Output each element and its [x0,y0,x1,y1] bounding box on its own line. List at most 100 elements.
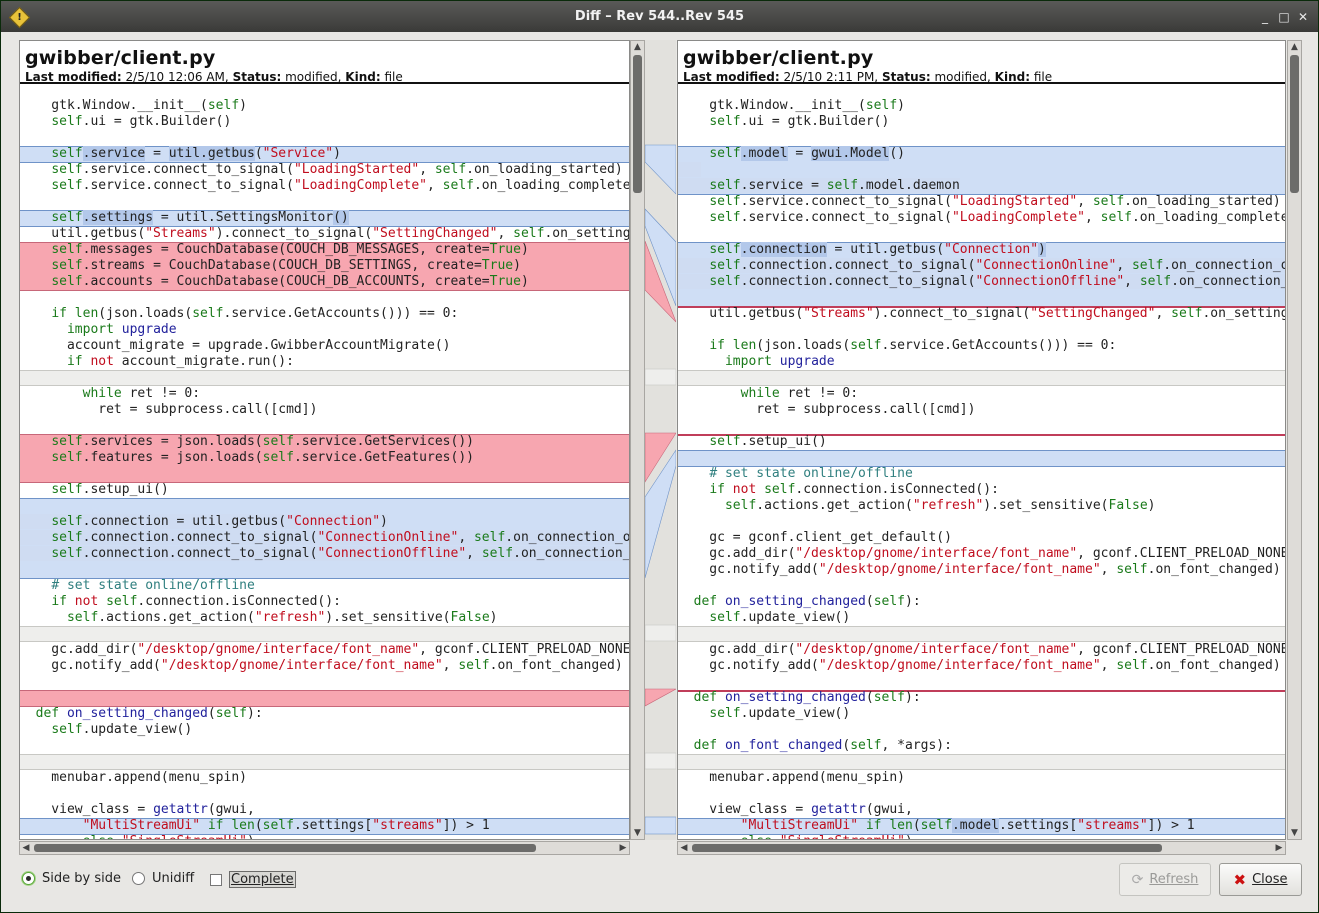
diff-separator [678,754,1285,770]
code-line: if not self.connection.isConnected(): [51,594,341,609]
diff-separator [20,626,629,642]
scroll-down-icon[interactable]: ▼ [1288,827,1301,839]
complete-option[interactable]: Complete [210,871,296,888]
code-line: gc.notify_add("/desktop/gnome/interface/… [678,562,1281,577]
left-filename: gwibber/client.py [25,47,216,69]
scroll-right-icon[interactable]: ▶ [1273,842,1285,854]
code-line: self.model = gwui.Model() [709,146,906,161]
unidiff-option[interactable]: Unidiff [132,871,194,886]
code-line: gc.add_dir("/desktop/gnome/interface/fon… [678,546,1285,561]
diff-window: ! Diff – Rev 544..Rev 545 _ □ ✕ gwibber/… [0,0,1319,913]
right-file-header: gwibber/client.py Last modified: 2/5/10 … [678,41,1285,84]
code-line: def on_setting_changed(self): [35,706,263,721]
code-line: ret = subprocess.call([cmd]) [20,402,318,417]
code-line: "MultiStreamUi" if len(self.settings["st… [82,818,490,833]
right-diff-pane[interactable]: gwibber/client.py Last modified: 2/5/10 … [677,40,1286,840]
code-line: self.service = self.model.daemon [678,178,1285,194]
code-line: # set state online/offline [51,578,255,593]
right-horizontal-scrollbar[interactable]: ◀ ▶ [677,841,1286,855]
code-line: self.accounts = CouchDatabase(COUCH_DB_A… [51,274,529,289]
scroll-thumb[interactable] [692,844,1162,852]
diff-separator [20,754,629,770]
code-line [678,162,1285,178]
code-line: account_migrate = upgrade.GwibberAccount… [20,338,451,353]
close-button-label: Close [1252,872,1288,887]
unidiff-label: Unidiff [152,871,195,886]
code-line: self.service.connect_to_signal("LoadingS… [709,194,1281,209]
code-line: menubar.append(menu_spin) [20,770,247,785]
code-line: if len(json.loads(self.service.GetAccoun… [51,306,459,321]
code-line: "MultiStreamUi" if len(self.model.settin… [740,818,1195,833]
left-horizontal-scrollbar[interactable]: ◀ ▶ [19,841,630,855]
side-by-side-label: Side by side [42,871,121,886]
left-vertical-scrollbar[interactable]: ▲ ▼ [630,40,645,840]
code-line: self.connection.connect_to_signal("Conne… [20,546,629,562]
scroll-up-icon[interactable]: ▲ [631,41,644,53]
side-by-side-radio[interactable] [22,872,35,885]
diff-separator [678,626,1285,642]
left-file-meta: Last modified: 2/5/10 12:06 AM, Status: … [25,70,403,84]
scroll-down-icon[interactable]: ▼ [631,827,644,839]
diff-block-add [678,450,1285,467]
scroll-up-icon[interactable]: ▲ [1288,41,1301,53]
refresh-icon: ⟳ [1131,871,1144,888]
code-line: self.service = util.getbus("Service") [51,146,341,161]
code-line: self.update_view() [709,706,851,721]
diff-separator [20,370,629,386]
code-line: self.service.connect_to_signal("LoadingC… [51,178,629,193]
close-icon: ✖ [1233,870,1247,889]
code-line: import upgrade [724,354,835,369]
right-vertical-scrollbar[interactable]: ▲ ▼ [1287,40,1302,840]
code-line: self.connection.connect_to_signal("Conne… [678,274,1285,290]
code-line: self.messages = CouchDatabase(COUCH_DB_M… [51,242,529,257]
code-line: while ret != 0: [740,386,859,401]
code-line: if len(json.loads(self.service.GetAccoun… [709,338,1117,353]
code-line: self.features = json.loads(self.service.… [51,450,474,465]
diff-separator [678,370,1285,386]
code-line: gc.add_dir("/desktop/gnome/interface/fon… [20,642,629,657]
code-line: self.services = json.loads(self.service.… [51,434,474,449]
unidiff-radio[interactable] [132,872,145,885]
maximize-icon[interactable]: □ [1277,10,1291,24]
close-button[interactable]: ✖ Close [1219,863,1302,896]
scroll-right-icon[interactable]: ▶ [617,842,629,854]
code-line: self.update_view() [51,722,193,737]
scroll-left-icon[interactable]: ◀ [20,842,32,854]
window-title: Diff – Rev 544..Rev 545 [574,9,745,24]
code-line: self.connection = util.getbus("Connectio… [20,514,629,530]
code-line: def on_setting_changed(self): [693,690,921,705]
close-window-icon[interactable]: ✕ [1296,10,1310,24]
code-line: self.connection.connect_to_signal("Conne… [678,258,1285,274]
code-line: gc.notify_add("/desktop/gnome/interface/… [20,658,623,673]
scroll-thumb[interactable] [34,844,536,852]
scroll-left-icon[interactable]: ◀ [678,842,690,854]
code-line: self.actions.get_action("refresh").set_s… [724,498,1156,513]
code-line: gc = gconf.client_get_default() [678,530,952,545]
code-line: self.settings = util.SettingsMonitor() [51,210,349,225]
code-line: self.actions.get_action("refresh").set_s… [66,610,498,625]
code-line: gc.add_dir("/desktop/gnome/interface/fon… [678,642,1285,657]
side-by-side-option[interactable]: Side by side [22,871,121,886]
code-line: self.setup_ui() [709,434,827,449]
code-line: gtk.Window.__init__(self) [678,98,905,113]
scroll-thumb[interactable] [633,55,642,193]
code-line: util.getbus("Streams").connect_to_signal… [20,226,629,241]
title-bar: ! Diff – Rev 544..Rev 545 _ □ ✕ [1,1,1318,32]
left-file-header: gwibber/client.py Last modified: 2/5/10 … [20,41,629,84]
refresh-button[interactable]: ⟳ Refresh [1119,863,1211,896]
code-line: self.ui = gtk.Builder() [709,114,890,129]
minimize-icon[interactable]: _ [1258,10,1272,24]
scroll-thumb[interactable] [1290,55,1299,193]
code-line: self.ui = gtk.Builder() [51,114,232,129]
right-filename: gwibber/client.py [683,47,874,69]
code-line: ret = subprocess.call([cmd]) [678,402,976,417]
code-line: util.getbus("Streams").connect_to_signal… [678,306,1285,321]
code-line: # set state online/offline [709,466,913,481]
code-line: if not self.connection.isConnected(): [709,482,999,497]
complete-checkbox[interactable] [210,873,222,886]
bottom-bar: Side by side Unidiff Complete ⟳ Refresh … [1,859,1318,909]
code-line: gc.notify_add("/desktop/gnome/interface/… [678,658,1281,673]
code-line: if not account_migrate.run(): [66,354,294,369]
code-line: self.service.connect_to_signal("LoadingC… [709,210,1285,225]
left-diff-pane[interactable]: gwibber/client.py Last modified: 2/5/10 … [19,40,630,840]
